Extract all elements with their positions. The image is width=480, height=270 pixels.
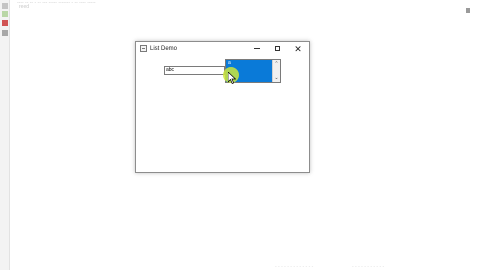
ide-toolbar xyxy=(0,0,10,270)
close-button[interactable]: ✕ xyxy=(288,42,308,56)
window-content: abc a ⌃ ⌄ xyxy=(136,56,309,172)
minimize-button[interactable] xyxy=(247,42,267,56)
ide-status-text: - - - - - - - - - - - - - xyxy=(275,264,314,270)
list-scrollbar[interactable]: ⌃ ⌄ xyxy=(272,60,280,82)
ide-debug-icon[interactable] xyxy=(2,30,8,36)
ide-run-icon[interactable] xyxy=(2,11,8,17)
maximize-button[interactable] xyxy=(267,42,287,56)
mouse-pointer-icon xyxy=(228,72,236,84)
window-title: List Demo xyxy=(150,46,178,52)
list-demo-window: List Demo ✕ abc a ⌃ ⌄ xyxy=(135,41,310,173)
minimize-icon xyxy=(254,48,260,50)
maximize-icon xyxy=(274,46,280,52)
window-titlebar[interactable]: List Demo ✕ xyxy=(136,42,309,56)
ide-console-small-text: reed xyxy=(19,4,30,10)
close-icon: ✕ xyxy=(294,44,302,54)
scroll-down-icon[interactable]: ⌄ xyxy=(273,74,280,82)
text-input[interactable]: abc xyxy=(164,66,225,75)
ide-status-text-2: - - - - - - - - - - - xyxy=(352,264,385,270)
ide-scroll-marker xyxy=(466,8,470,13)
ide-stop-icon[interactable] xyxy=(2,20,8,26)
app-icon xyxy=(140,45,147,52)
ide-tool-icon[interactable] xyxy=(2,3,8,9)
scroll-up-icon[interactable]: ⌃ xyxy=(273,60,280,68)
